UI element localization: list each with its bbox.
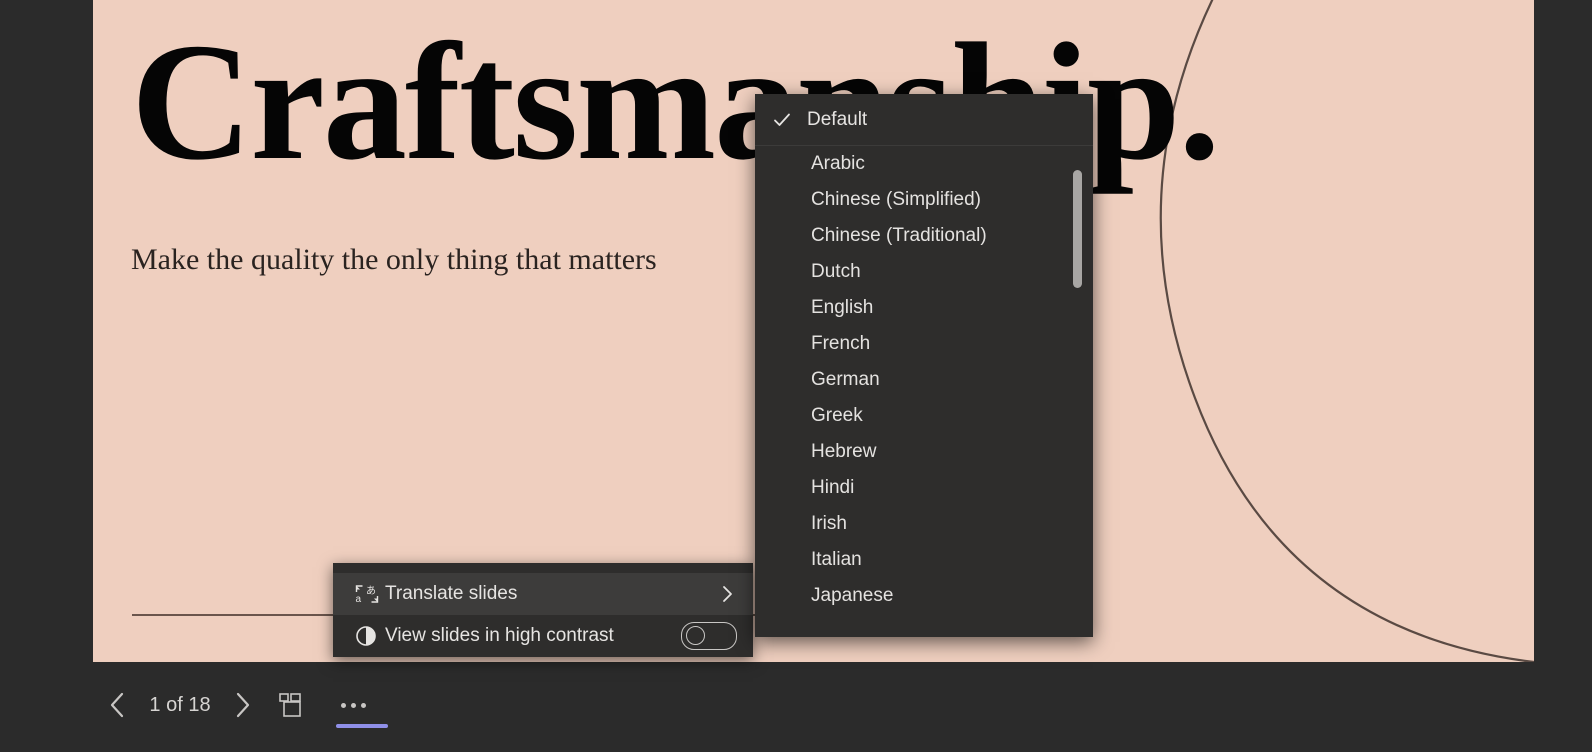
language-option[interactable]: English — [755, 290, 1093, 326]
menu-item-label: Translate slides — [385, 583, 719, 605]
language-option[interactable]: Japanese — [755, 578, 1093, 614]
language-list: Arabic Chinese (Simplified) Chinese (Tra… — [755, 146, 1093, 636]
language-list-scrollbar-thumb[interactable] — [1073, 170, 1082, 288]
slides-grid-icon — [276, 690, 306, 720]
context-menu: a あ Translate slides — [333, 563, 753, 657]
language-option[interactable]: Arabic — [755, 146, 1093, 182]
toggle-knob — [686, 626, 705, 645]
language-option-label: Default — [807, 109, 867, 131]
high-contrast-toggle[interactable] — [681, 622, 737, 650]
all-slides-grid-button[interactable] — [267, 681, 315, 729]
menu-item-translate-slides[interactable]: a あ Translate slides — [333, 573, 753, 615]
svg-text:a: a — [356, 594, 362, 605]
language-option[interactable]: German — [755, 362, 1093, 398]
language-option[interactable]: Hindi — [755, 470, 1093, 506]
svg-text:あ: あ — [366, 585, 376, 597]
slide-counter: 1 of 18 — [141, 694, 219, 717]
chevron-right-icon — [231, 690, 255, 720]
active-indicator — [336, 724, 388, 728]
language-option[interactable]: Hebrew — [755, 434, 1093, 470]
language-option-default[interactable]: Default — [755, 94, 1093, 146]
contrast-icon — [355, 624, 385, 648]
slide-subtitle: Make the quality the only thing that mat… — [131, 243, 657, 277]
language-option[interactable]: Dutch — [755, 254, 1093, 290]
ellipsis-icon — [341, 703, 366, 708]
language-option[interactable]: Italian — [755, 542, 1093, 578]
next-slide-button[interactable] — [219, 681, 267, 729]
translate-icon: a あ — [355, 582, 385, 606]
language-option[interactable]: Greek — [755, 398, 1093, 434]
checkmark-icon — [773, 111, 807, 129]
language-option[interactable]: French — [755, 326, 1093, 362]
chevron-left-icon — [105, 690, 129, 720]
language-submenu: Default Arabic Chinese (Simplified) Chin… — [755, 94, 1093, 637]
language-option[interactable]: Chinese (Simplified) — [755, 182, 1093, 218]
presentation-viewer: Craftsmanship. Make the quality the only… — [0, 0, 1592, 752]
menu-item-high-contrast[interactable]: View slides in high contrast — [333, 615, 753, 657]
language-option[interactable]: Chinese (Traditional) — [755, 218, 1093, 254]
bottom-toolbar: 1 of 18 — [93, 668, 377, 742]
previous-slide-button[interactable] — [93, 681, 141, 729]
menu-item-label: View slides in high contrast — [385, 625, 681, 647]
language-option[interactable]: Irish — [755, 506, 1093, 542]
more-options-button[interactable] — [329, 681, 377, 729]
chevron-right-icon — [719, 583, 741, 605]
